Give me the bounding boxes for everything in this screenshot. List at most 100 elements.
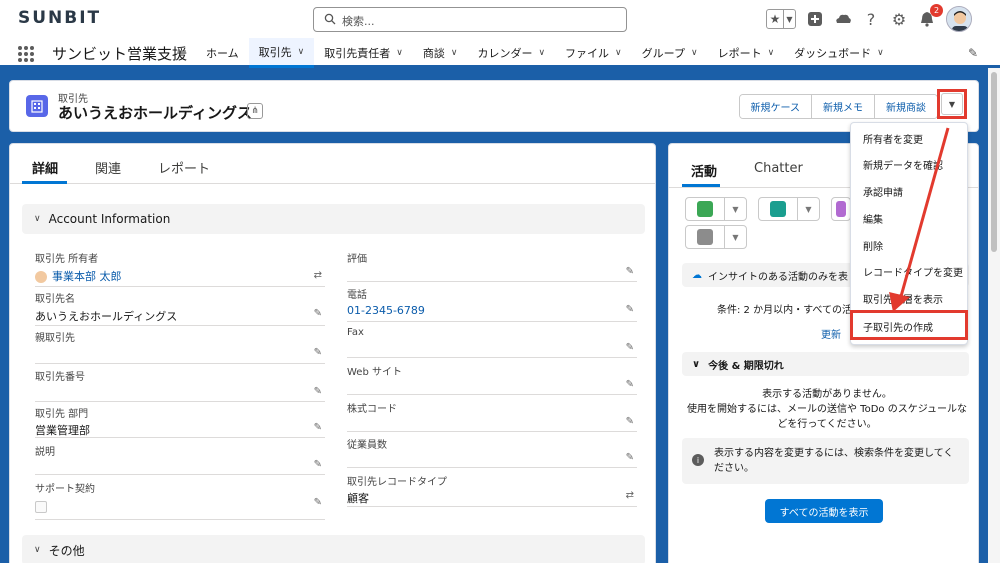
tab-related[interactable]: 関連 bbox=[95, 158, 121, 177]
field-rating: 評価 ✎ bbox=[347, 250, 637, 282]
add-icon[interactable] bbox=[806, 10, 824, 28]
notification-bell-icon[interactable]: 2 bbox=[918, 4, 943, 28]
chevron-down-icon[interactable]: ∨ bbox=[298, 47, 305, 57]
tab-reports[interactable]: レポート bbox=[158, 158, 210, 177]
pencil-icon[interactable]: ✎ bbox=[626, 379, 634, 390]
empty-subtext: 使用を開始するには、メールの送信や ToDo のスケジュールなどを行ってください… bbox=[687, 404, 968, 430]
pencil-icon[interactable]: ✎ bbox=[626, 304, 634, 315]
chevron-down-icon[interactable]: ∨ bbox=[768, 48, 775, 58]
insight-text: インサイトのある活動のみを表 bbox=[708, 271, 848, 283]
log-call-button[interactable]: ▼ bbox=[758, 197, 820, 221]
task-icon bbox=[697, 201, 713, 217]
chevron-down-icon[interactable]: ∨ bbox=[615, 48, 622, 58]
chevron-down-icon[interactable]: ∨ bbox=[538, 48, 545, 58]
trailhead-icon[interactable] bbox=[834, 10, 852, 28]
more-actions-button[interactable]: ▼ bbox=[937, 89, 967, 119]
field-description: 説明 ✎ bbox=[35, 443, 325, 475]
tab-chatter[interactable]: Chatter bbox=[754, 161, 803, 176]
nav-item[interactable]: グループ ∨ bbox=[632, 38, 708, 68]
empty-state: 表示する活動がありません。 使用を開始するには、メールの送信や ToDo のスケ… bbox=[687, 387, 967, 432]
support-contract-checkbox[interactable] bbox=[35, 501, 47, 513]
section-upcoming-overdue[interactable]: ∨ 今後 & 期限切れ bbox=[682, 352, 969, 376]
chevron-down-icon[interactable]: ∨ bbox=[451, 48, 458, 58]
chevron-down-icon: ∨ bbox=[34, 545, 41, 555]
phone-link[interactable]: 01-2345-6789 bbox=[347, 304, 425, 317]
owner-link[interactable]: 事業本部 太郎 bbox=[35, 268, 122, 284]
field-value: 顧客 bbox=[347, 492, 369, 505]
change-record-type-icon[interactable]: ⇄ bbox=[626, 490, 634, 501]
nav-item[interactable]: レポート ∨ bbox=[708, 38, 785, 68]
menu-item[interactable]: 削除 bbox=[863, 238, 883, 253]
pencil-icon[interactable]: ✎ bbox=[626, 416, 634, 427]
nav-item[interactable]: ファイル ∨ bbox=[555, 38, 632, 68]
record-action-buttons: 新規ケース 新規メモ 新規商談 bbox=[738, 94, 938, 119]
email-button[interactable]: ▼ bbox=[685, 225, 747, 249]
hierarchy-icon[interactable]: ⋔ bbox=[247, 103, 263, 119]
favorites-button[interactable]: ★ ▼ bbox=[766, 9, 796, 29]
nav-item[interactable]: 商談 ∨ bbox=[413, 38, 468, 68]
pencil-icon[interactable]: ✎ bbox=[314, 386, 322, 397]
account-icon bbox=[26, 95, 48, 117]
refresh-link[interactable]: 更新 bbox=[821, 326, 841, 341]
new-opportunity-button[interactable]: 新規商談 bbox=[874, 95, 937, 118]
chevron-down-icon[interactable]: ▼ bbox=[724, 226, 746, 248]
record-title: あいうえおホールディングス bbox=[58, 104, 252, 122]
gear-icon[interactable]: ⚙ bbox=[890, 10, 908, 29]
nav-item[interactable]: ホーム bbox=[196, 38, 249, 68]
scrollbar-thumb[interactable] bbox=[991, 72, 997, 252]
menu-item[interactable]: 新規データを確認 bbox=[863, 157, 943, 172]
field-label: 説明 bbox=[35, 447, 55, 458]
new-event-button[interactable] bbox=[831, 197, 851, 221]
tab-activity[interactable]: 活動 bbox=[691, 161, 717, 180]
chevron-down-icon: ∨ bbox=[34, 214, 41, 224]
field-support-contract: サポート契約 ✎ bbox=[35, 480, 325, 520]
search-input[interactable]: 検索... bbox=[313, 7, 627, 32]
pencil-icon[interactable]: ✎ bbox=[314, 422, 322, 433]
nav-item[interactable]: 取引先 ∨ bbox=[248, 38, 315, 68]
new-note-button[interactable]: 新規メモ bbox=[811, 95, 874, 118]
info-text: 表示する内容を変更するには、検索条件を変更してください。 bbox=[714, 448, 954, 474]
chevron-down-icon[interactable]: ∨ bbox=[691, 48, 698, 58]
chevron-down-icon[interactable]: ∨ bbox=[396, 48, 403, 58]
field-label: 評価 bbox=[347, 254, 367, 265]
pencil-icon[interactable]: ✎ bbox=[314, 497, 322, 508]
field-employees: 従業員数 ✎ bbox=[347, 436, 637, 468]
nav-item[interactable]: カレンダー ∨ bbox=[467, 38, 555, 68]
new-case-button[interactable]: 新規ケース bbox=[739, 95, 811, 118]
app-launcher-icon[interactable] bbox=[18, 46, 34, 62]
global-header: SUNBIT 検索... ★ ▼ ? ⚙ 2 bbox=[0, 0, 1000, 38]
menu-item[interactable]: 編集 bbox=[863, 211, 883, 226]
pencil-icon[interactable]: ✎ bbox=[626, 342, 634, 353]
chevron-down-icon[interactable]: ▼ bbox=[783, 10, 795, 28]
show-all-activities-button[interactable]: すべての活動を表示 bbox=[765, 499, 883, 523]
field-phone: 電話 01-2345-6789 ✎ bbox=[347, 286, 637, 322]
tab-details[interactable]: 詳細 bbox=[32, 158, 58, 177]
field-label: Fax bbox=[347, 327, 364, 338]
help-icon[interactable]: ? bbox=[862, 10, 880, 29]
nav-item[interactable]: ダッシュボード ∨ bbox=[784, 38, 894, 68]
pencil-icon[interactable]: ✎ bbox=[626, 266, 634, 277]
section-other[interactable]: ∨ その他 bbox=[22, 535, 645, 563]
page-scrollbar[interactable] bbox=[988, 68, 1000, 563]
chevron-down-icon: ▼ bbox=[941, 93, 963, 115]
pencil-icon[interactable]: ✎ bbox=[314, 347, 322, 358]
logo[interactable]: SUNBIT bbox=[18, 8, 101, 28]
chevron-down-icon[interactable]: ∨ bbox=[877, 48, 884, 58]
menu-item[interactable]: 承認申請 bbox=[863, 184, 903, 199]
filter-condition: 条件: 2 か月以内・すべての活 bbox=[717, 305, 852, 316]
new-task-button[interactable]: ▼ bbox=[685, 197, 747, 221]
chevron-down-icon[interactable]: ▼ bbox=[724, 198, 746, 220]
section-account-information[interactable]: ∨ Account Information bbox=[22, 204, 645, 234]
menu-item[interactable]: 取引先階層を表示 bbox=[863, 291, 943, 306]
menu-item[interactable]: 所有者を変更 bbox=[863, 131, 923, 146]
edit-nav-icon[interactable]: ✎ bbox=[968, 46, 978, 60]
menu-item[interactable]: レコードタイプを変更 bbox=[863, 264, 963, 279]
user-avatar[interactable] bbox=[946, 6, 972, 32]
field-value: 営業管理部 bbox=[35, 424, 90, 437]
pencil-icon[interactable]: ✎ bbox=[314, 459, 322, 470]
pencil-icon[interactable]: ✎ bbox=[626, 452, 634, 463]
nav-item[interactable]: 取引先責任者 ∨ bbox=[314, 38, 413, 68]
pencil-icon[interactable]: ✎ bbox=[314, 308, 322, 319]
chevron-down-icon[interactable]: ▼ bbox=[797, 198, 819, 220]
change-owner-icon[interactable]: ⇄ bbox=[314, 270, 322, 281]
